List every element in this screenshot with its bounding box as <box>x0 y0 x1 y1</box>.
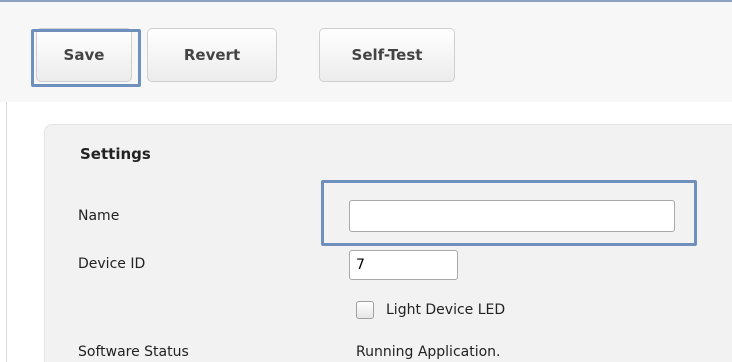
light-device-led-label[interactable]: Light Device LED <box>386 302 505 318</box>
device-id-label: Device ID <box>78 256 146 272</box>
settings-title: Settings <box>80 145 151 163</box>
software-status-label: Software Status <box>78 344 189 360</box>
software-status-value: Running Application. <box>356 344 501 360</box>
name-label: Name <box>78 208 120 224</box>
name-input[interactable] <box>349 200 675 232</box>
save-button[interactable]: Save <box>36 28 132 82</box>
left-divider <box>0 102 7 362</box>
device-id-input[interactable] <box>349 250 458 280</box>
self-test-button[interactable]: Self-Test <box>319 28 455 82</box>
revert-button[interactable]: Revert <box>147 28 277 82</box>
light-device-led-checkbox[interactable] <box>356 301 374 319</box>
page: Save Revert Self-Test Settings Name Devi… <box>0 0 732 362</box>
toolbar: Save Revert Self-Test <box>0 2 732 102</box>
